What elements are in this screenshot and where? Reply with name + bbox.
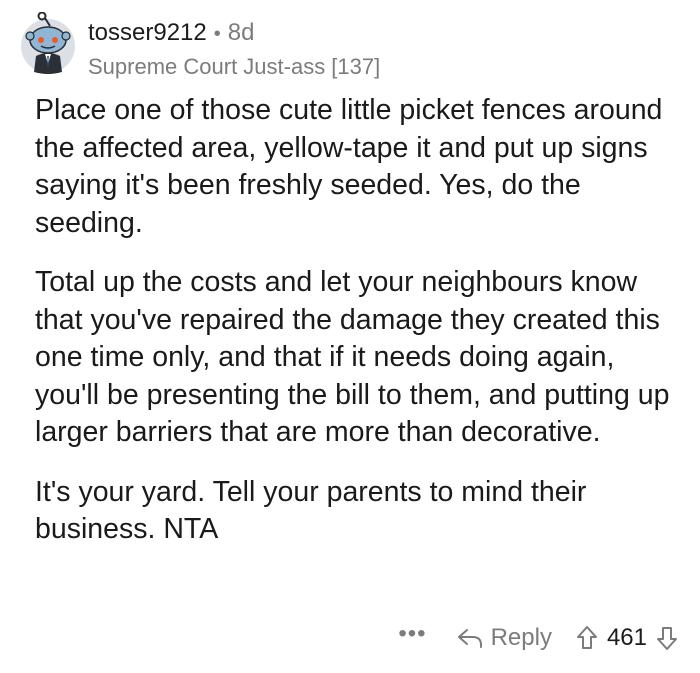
comment-age: 8d [227,19,255,46]
user-flair: Supreme Court Just-ass [137] [88,54,381,79]
upvote-arrow-icon[interactable] [576,625,598,651]
reply-label: Reply [490,624,552,651]
more-options-icon[interactable]: ••• [398,620,426,648]
reply-arrow-icon [457,629,482,648]
comment-meta: tosser9212 • 8d Supreme Court Just-ass [… [88,18,380,82]
author-line: tosser9212 • 8d [88,18,380,49]
comment-paragraph: It's your yard. Tell your parents to min… [35,475,587,546]
avatar[interactable] [20,11,76,78]
author-username[interactable]: tosser9212 [88,18,207,48]
comment-paragraph: Place one of those cute little picket fe… [35,94,663,239]
meta-separator: • [213,23,221,45]
reply-button[interactable]: Reply [457,624,552,652]
vote-controls: 461 [576,624,678,652]
comment-paragraph: Total up the costs and let your neighbou… [35,266,670,448]
comment-actions: ••• Reply 461 [398,620,678,652]
comment-body: Place one of those cute little picket fe… [35,92,685,571]
vote-score: 461 [606,624,647,651]
downvote-arrow-icon[interactable] [656,625,678,651]
snoo-avatar-icon [21,11,75,74]
comment-header: tosser9212 • 8d Supreme Court Just-ass [… [20,11,380,82]
